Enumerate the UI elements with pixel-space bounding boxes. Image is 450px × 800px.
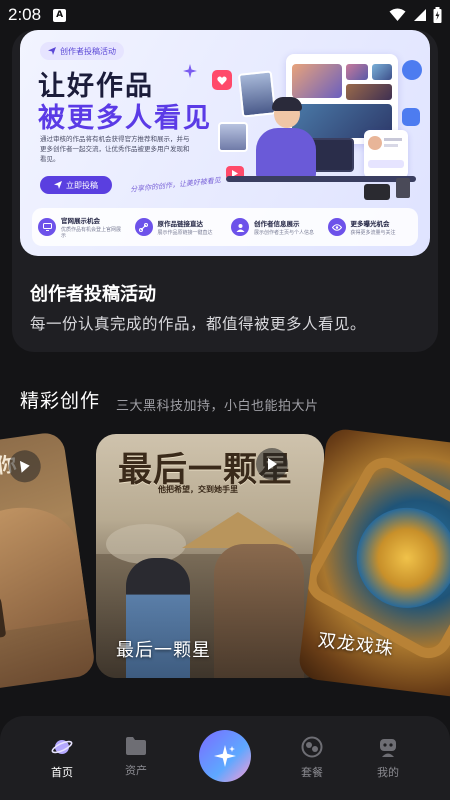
event-banner[interactable]: 创作者投稿活动 让好作品 被更多人看见 通过审核的作品将有机会获得官方推荐和展示… [20,30,430,256]
signal-icon [414,9,426,21]
banner-description: 通过审核的作品将有机会获得官方推荐和展示，并与更多创作者一起交流，让优秀作品被更… [40,135,190,163]
nav-label: 套餐 [301,766,323,779]
man-figure [214,544,304,678]
creator-event-card[interactable]: 创作者投稿活动 让好作品 被更多人看见 通过审核的作品将有机会获得官方推荐和展示… [12,30,438,352]
nav-item-home[interactable]: 首页 [32,736,92,780]
play-icon [19,460,30,473]
banner-features: 官网展示机会优质作品有机会登上官网展示 原作品链接直达展示作品原链接一键直达 创… [32,208,418,246]
heart-icon [212,70,232,90]
notification-icon: A [53,8,67,22]
banner-title-line2: 被更多人看见 [38,103,212,134]
submit-work-label: 立即投稿 [66,180,98,190]
pencil-cup [396,178,410,198]
status-icons [389,7,442,23]
banner-illustration [196,38,424,206]
nav-label: 资产 [125,764,147,777]
status-bar: 2:08 A [0,0,450,30]
card-title: 创作者投稿活动 [30,284,156,305]
section-title: 精彩创作 [20,390,101,412]
thumbs-up-icon [402,108,420,126]
package-icon [301,736,323,758]
feature-title: 创作者信息展示 [254,220,300,228]
status-time: 2:08 [8,5,42,24]
folder-icon [126,737,146,755]
monitor-icon [38,218,56,236]
nav-item-packages[interactable]: 套餐 [282,736,342,780]
profile-card [364,130,408,178]
nav-label: 我的 [377,766,399,779]
send-icon [48,47,56,55]
feature-title: 更多曝光机会 [350,220,390,228]
hat [182,512,294,548]
banner-tag-label: 创作者投稿活动 [60,46,116,56]
create-button[interactable] [199,730,251,782]
feature-title: 官网展示机会 [61,217,100,225]
planet-icon [51,740,73,754]
card-subtitle: 每一份认真完成的作品，都值得被更多人看见。 [30,315,367,333]
sparkle-icon [183,64,197,78]
user-icon [231,218,249,236]
wifi-icon [389,8,406,21]
play-button[interactable] [256,448,288,480]
feature-subtitle: 展示创作者主页与个人信息 [254,230,315,236]
feature-subtitle: 获得更多流量与关注 [350,230,396,236]
feature-item: 更多曝光机会 获得更多流量与关注 [322,208,419,246]
feature-title: 原作品链接直达 [157,220,204,228]
section-subtitle: 三大黑科技加持，小白也能拍大片 [116,399,319,414]
showcase-card-left[interactable]: 见你 见你 [0,430,97,696]
feature-item: 官网展示机会优质作品有机会登上官网展示 [32,208,129,246]
bottom-navigation: 首页 资产 套餐 我的 [0,716,450,800]
submit-work-button[interactable]: 立即投稿 [40,176,112,194]
nav-label: 首页 [51,766,73,779]
robot-profile-icon [380,739,396,757]
sparkle-icon [214,745,236,767]
feature-item: 创作者信息展示展示创作者主页与个人信息 [225,208,322,246]
camera [364,184,390,200]
dune-shape [0,500,89,640]
eye-icon [327,218,346,236]
link-icon [134,218,153,236]
desk [226,176,416,182]
showcase-caption: 最后一颗星 [116,640,211,661]
feature-subtitle: 展示作品原链接一键直达 [157,230,213,236]
poster-subtitle: 他把希望，交到她手里 [158,485,238,494]
showcase-card-center[interactable]: 最后一颗星 他把希望，交到她手里 最后一颗星 [96,434,324,678]
nav-item-assets[interactable]: 资产 [106,736,166,778]
banner-tag: 创作者投稿活动 [40,42,124,60]
feature-subtitle: 优质作品有机会登上官网展示 [61,227,122,239]
feature-item: 原作品链接直达展示作品原链接一键直达 [129,208,226,246]
battery-icon [433,7,442,23]
play-icon [268,458,277,470]
artwork-frame [218,122,248,152]
send-icon [54,181,62,189]
showcase-carousel[interactable]: 见你 见你 最后一颗星 他把希望，交到她手里 最后一颗星 双龙戏珠 [0,427,450,701]
nav-item-profile[interactable]: 我的 [358,736,418,780]
link-icon [402,60,422,80]
